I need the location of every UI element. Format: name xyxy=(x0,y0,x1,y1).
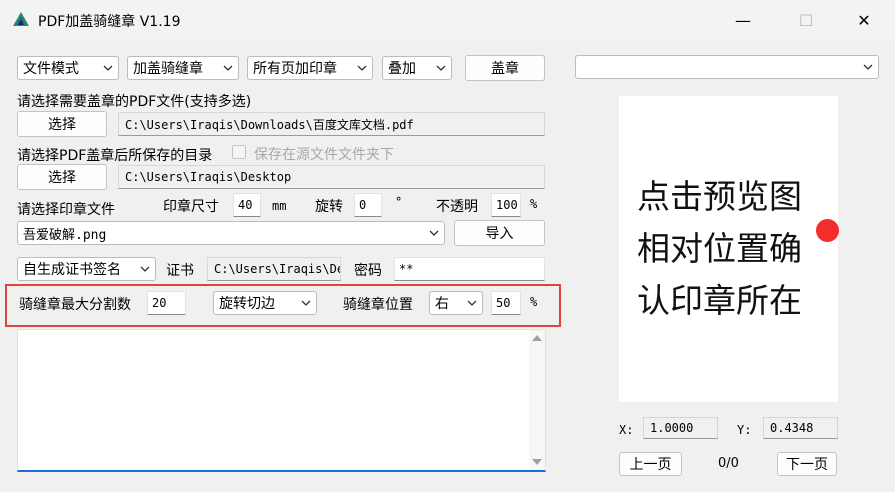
page-scope-value: 所有页加印章 xyxy=(253,61,337,77)
max-split-input[interactable]: 20 xyxy=(147,291,186,315)
page-scope-select[interactable]: 所有页加印章 xyxy=(247,56,373,80)
window-title: PDF加盖骑缝章 V1.19 xyxy=(38,14,181,30)
rotate-label: 旋转 xyxy=(315,199,343,215)
next-page-button[interactable]: 下一页 xyxy=(777,452,837,476)
chevron-down-icon xyxy=(223,65,233,71)
preview-file-select[interactable] xyxy=(575,55,879,79)
mode-select[interactable]: 文件模式 xyxy=(17,56,119,80)
chevron-down-icon xyxy=(863,64,873,70)
x-coord-label: X: xyxy=(619,423,634,437)
import-seal-button[interactable]: 导入 xyxy=(454,220,545,246)
chevron-down-icon xyxy=(429,230,439,236)
cert-label: 证书 xyxy=(166,263,194,279)
page-indicator: 0/0 xyxy=(718,456,739,471)
app-logo-icon xyxy=(13,12,29,26)
seam-position-select[interactable]: 右 xyxy=(429,291,483,315)
opacity-input[interactable]: 100 xyxy=(491,193,521,217)
password-label: 密码 xyxy=(354,263,382,279)
seam-position-value: 右 xyxy=(435,296,449,312)
rotate-input[interactable]: 0 xyxy=(354,193,382,217)
apply-stamp-button[interactable]: 盖章 xyxy=(465,55,545,81)
seal-size-label: 印章尺寸 xyxy=(163,199,219,215)
seal-size-input[interactable]: 40 xyxy=(233,193,261,217)
log-textarea[interactable] xyxy=(17,329,546,472)
y-coord-field[interactable]: 0.4348 xyxy=(763,417,838,439)
close-button[interactable]: ✕ xyxy=(841,0,887,40)
preview-hint-text: 点击预览图相对位置确认印章所在 xyxy=(637,177,802,320)
rotate-unit: ° xyxy=(395,195,403,209)
chevron-down-icon xyxy=(301,300,311,306)
same-folder-label: 保存在源文件文件夹下 xyxy=(254,147,394,163)
x-coord-field[interactable]: 1.0000 xyxy=(643,417,718,439)
chevron-down-icon xyxy=(140,266,150,272)
blend-value: 叠加 xyxy=(388,61,416,77)
mode-select-value: 文件模式 xyxy=(23,61,79,77)
y-coord-label: Y: xyxy=(737,423,752,437)
cert-type-select[interactable]: 自生成证书签名 xyxy=(17,257,156,281)
seal-size-unit: mm xyxy=(272,199,287,213)
select-output-dir-button[interactable]: 选择 xyxy=(17,164,107,190)
same-folder-checkbox[interactable] xyxy=(232,145,246,159)
scroll-down-icon[interactable] xyxy=(532,459,542,465)
pdf-files-label: 请选择需要盖章的PDF文件(支持多选) xyxy=(17,94,252,110)
chevron-down-icon xyxy=(357,65,367,71)
blend-select[interactable]: 叠加 xyxy=(382,56,452,80)
opacity-label: 不透明 xyxy=(436,199,478,215)
stamp-type-value: 加盖骑缝章 xyxy=(133,61,203,77)
prev-page-button[interactable]: 上一页 xyxy=(619,452,682,476)
opacity-unit: % xyxy=(530,197,538,211)
scroll-up-icon[interactable] xyxy=(532,335,542,341)
stamp-type-select[interactable]: 加盖骑缝章 xyxy=(127,56,239,80)
seal-file-select[interactable]: 吾爱破解.png xyxy=(17,221,445,245)
maximize-button[interactable]: ☐ xyxy=(783,0,829,40)
chevron-down-icon xyxy=(436,65,446,71)
chevron-down-icon xyxy=(467,300,477,306)
max-split-label: 骑缝章最大分割数 xyxy=(19,297,131,313)
seam-position-label: 骑缝章位置 xyxy=(343,297,413,313)
cert-type-value: 自生成证书签名 xyxy=(23,262,121,278)
minimize-button[interactable]: — xyxy=(720,0,766,40)
seal-file-value: 吾爱破解.png xyxy=(23,227,107,243)
cut-mode-value: 旋转切边 xyxy=(219,296,275,312)
seam-percent-input[interactable]: 50 xyxy=(491,291,521,315)
output-dir-label: 请选择PDF盖章后所保存的目录 xyxy=(17,148,213,164)
output-path-field[interactable]: C:\Users\Iraqis\Desktop xyxy=(118,165,545,189)
stamp-position-marker xyxy=(816,219,839,242)
cut-mode-select[interactable]: 旋转切边 xyxy=(213,291,317,315)
seam-percent-unit: % xyxy=(530,295,538,309)
pdf-path-field[interactable]: C:\Users\Iraqis\Downloads\百度文库文档.pdf xyxy=(118,112,545,136)
log-scrollbar[interactable] xyxy=(529,330,545,470)
password-input[interactable]: ** xyxy=(394,257,545,281)
chevron-down-icon xyxy=(103,65,113,71)
select-pdf-button[interactable]: 选择 xyxy=(17,111,107,137)
cert-path-field[interactable]: C:\Users\Iraqis\De xyxy=(207,257,341,281)
seal-file-label: 请选择印章文件 xyxy=(17,202,115,218)
